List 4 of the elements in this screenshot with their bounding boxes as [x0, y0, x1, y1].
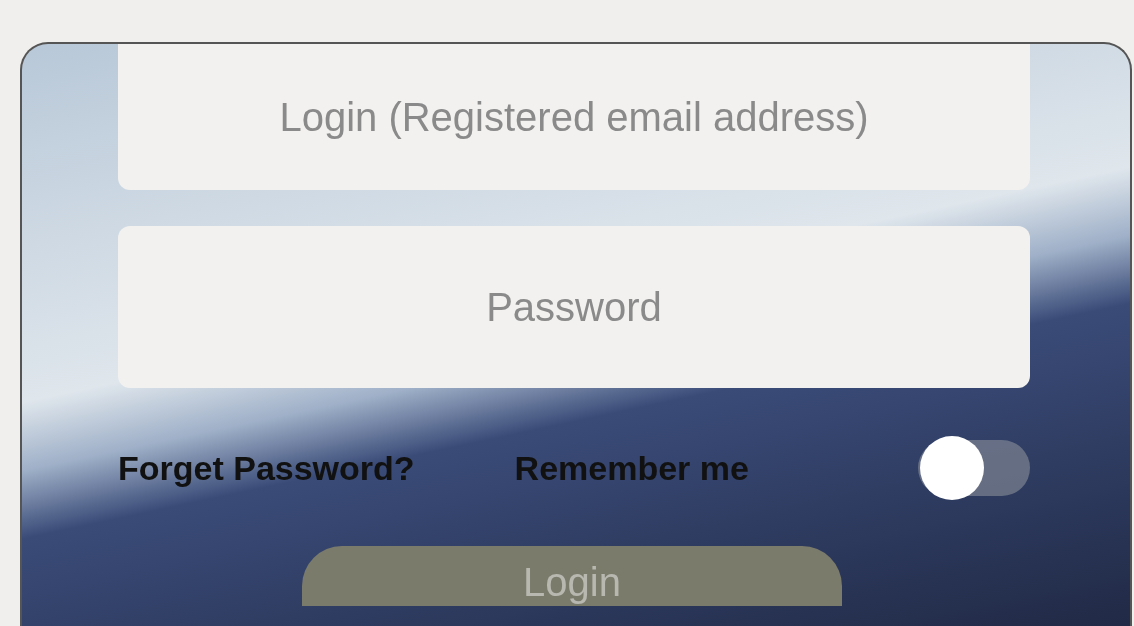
email-field[interactable]: Login (Registered email address) — [118, 44, 1030, 190]
forgot-password-link[interactable]: Forget Password? — [118, 442, 415, 494]
remember-me-label: Remember me — [514, 447, 749, 489]
password-field[interactable]: Password — [118, 226, 1030, 388]
